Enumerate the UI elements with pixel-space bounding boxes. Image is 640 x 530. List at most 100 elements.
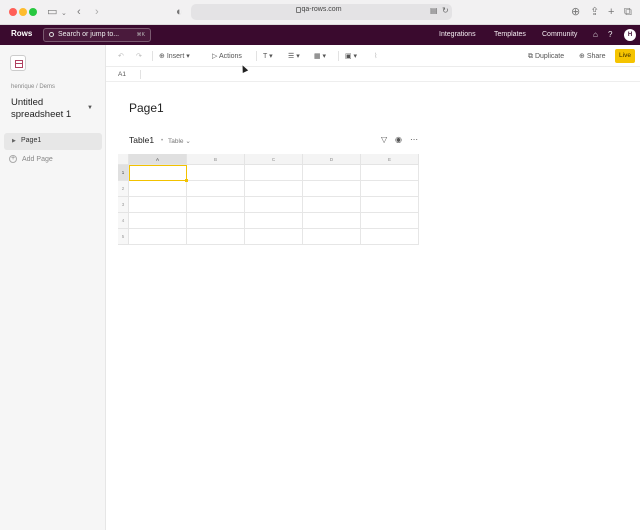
cell-a3[interactable] [129,197,187,213]
reload-icon[interactable]: ↻ [442,6,449,15]
search-input[interactable]: Search or jump to... ⌘K [43,28,151,42]
undo-icon[interactable]: ↶ [118,52,124,61]
duplicate-label: Duplicate [534,53,565,60]
row-header-2[interactable]: 2 [118,181,129,197]
nav-templates[interactable]: Templates [494,31,526,38]
column-header-e[interactable]: E [361,154,419,165]
row-header-3[interactable]: 3 [118,197,129,213]
column-header-a[interactable]: A [129,154,187,165]
search-icon [49,32,54,37]
cell-e5[interactable] [361,229,419,245]
column-header-b[interactable]: B [187,154,245,165]
align-icon[interactable]: ☰ ▾ [288,52,300,61]
text-format-icon[interactable]: T ▾ [263,52,273,61]
column-header-d[interactable]: D [303,154,361,165]
chart-icon[interactable]: ▣ ▾ [345,52,357,61]
search-placeholder: Search or jump to... [58,31,120,38]
filter-icon[interactable]: ▽ [381,135,387,145]
duplicate-button[interactable]: ⧉ Duplicate [528,52,564,61]
chevron-down-icon[interactable]: ⌄ [61,7,67,21]
add-page-button[interactable]: Add Page [22,156,53,163]
cell-b3[interactable] [187,197,245,213]
live-button[interactable]: Live [615,49,635,63]
back-icon[interactable]: ‹ [77,5,81,19]
help-icon[interactable]: ? [608,30,612,40]
cell-c5[interactable] [245,229,303,245]
actions-label: Actions [218,53,242,60]
cell-b5[interactable] [187,229,245,245]
row-header-1[interactable]: 1 [118,165,129,181]
more-icon[interactable]: ⋯ [410,135,418,145]
translate-icon[interactable]: ▤ [430,6,438,15]
cell-e3[interactable] [361,197,419,213]
toolbar: ↶ ↷ ⊕ Insert ▾ ▷ Actions T ▾ ☰ ▾ ▦ ▾ ▣ ▾… [106,45,640,67]
cell-a5[interactable] [129,229,187,245]
cell-c4[interactable] [245,213,303,229]
toolbar-divider [256,51,257,61]
table-type-dropdown[interactable]: Table ⌄ [168,137,191,145]
cell-d5[interactable] [303,229,361,245]
cell-d2[interactable] [303,181,361,197]
cell-e1[interactable] [361,165,419,181]
table-separator: • [161,138,164,144]
cell-a4[interactable] [129,213,187,229]
close-window-button[interactable] [9,8,17,16]
cell-format-icon[interactable]: ▦ ▾ [314,52,326,61]
add-icon[interactable]: + [9,155,17,163]
fill-handle[interactable] [185,179,188,182]
eye-icon[interactable]: ◉ [395,135,402,145]
caret-down-icon[interactable]: ▼ [87,105,93,111]
insert-button[interactable]: ⊕ Insert ▾ [159,52,190,61]
page-title[interactable]: Page1 [129,101,164,115]
cell-e4[interactable] [361,213,419,229]
document-title[interactable]: Untitled spreadsheet 1 [11,97,86,121]
sidebar: henrique / Dems Untitled spreadsheet 1 ▼… [0,45,106,530]
cell-b2[interactable] [187,181,245,197]
cell-d3[interactable] [303,197,361,213]
address-bar[interactable]: qa-rows.com ▤ ↻ [191,4,452,20]
shield-icon[interactable]: ◐ [176,5,183,19]
toolbar-divider [338,51,339,61]
forward-icon[interactable]: › [95,5,99,19]
cell-c1[interactable] [245,165,303,181]
toolbar-divider [152,51,153,61]
format-painter-icon[interactable]: ⌇ [374,52,377,61]
cell-c2[interactable] [245,181,303,197]
sidebar-item-page1[interactable]: ▶ Page1 [4,133,102,150]
cell-b1[interactable] [187,165,245,181]
cell-d4[interactable] [303,213,361,229]
zoom-window-button[interactable] [29,8,37,16]
spreadsheet-icon[interactable] [10,55,26,71]
row-header-4[interactable]: 4 [118,213,129,229]
download-icon[interactable]: ⊕ [571,5,580,19]
column-header-c[interactable]: C [245,154,303,165]
nav-community[interactable]: Community [542,31,577,38]
cell-a2[interactable] [129,181,187,197]
gift-icon[interactable]: ⌂ [593,30,598,40]
actions-button[interactable]: ▷ Actions [212,52,242,61]
new-tab-icon[interactable]: + [608,5,614,19]
row-header-5[interactable]: 5 [118,229,129,245]
cell-a1[interactable] [129,165,187,181]
caret-right-icon[interactable]: ▶ [12,138,16,144]
minimize-window-button[interactable] [19,8,27,16]
nav-integrations[interactable]: Integrations [439,31,476,38]
tabs-icon[interactable]: ⧉ [624,5,632,19]
formula-divider [140,70,141,79]
breadcrumb[interactable]: henrique / Dems [11,84,55,90]
share-icon[interactable]: ⇪ [590,5,599,19]
browser-chrome: ▭ ⌄ ‹ › ◐ qa-rows.com ▤ ↻ ⊕ ⇪ + ⧉ [0,0,640,25]
sidebar-toggle-icon[interactable]: ▭ [47,5,57,19]
rows-logo[interactable]: Rows [11,29,32,38]
cell-b4[interactable] [187,213,245,229]
cell-e2[interactable] [361,181,419,197]
table-title[interactable]: Table1 [129,135,154,145]
corner-cell[interactable] [118,154,129,165]
url-text: qa-rows.com [301,6,342,13]
cell-c3[interactable] [245,197,303,213]
avatar[interactable]: H [624,29,636,41]
redo-icon[interactable]: ↷ [136,52,142,61]
cell-d1[interactable] [303,165,361,181]
share-button[interactable]: ⊕ Share [579,52,606,61]
cell-reference[interactable]: A1 [118,71,126,78]
